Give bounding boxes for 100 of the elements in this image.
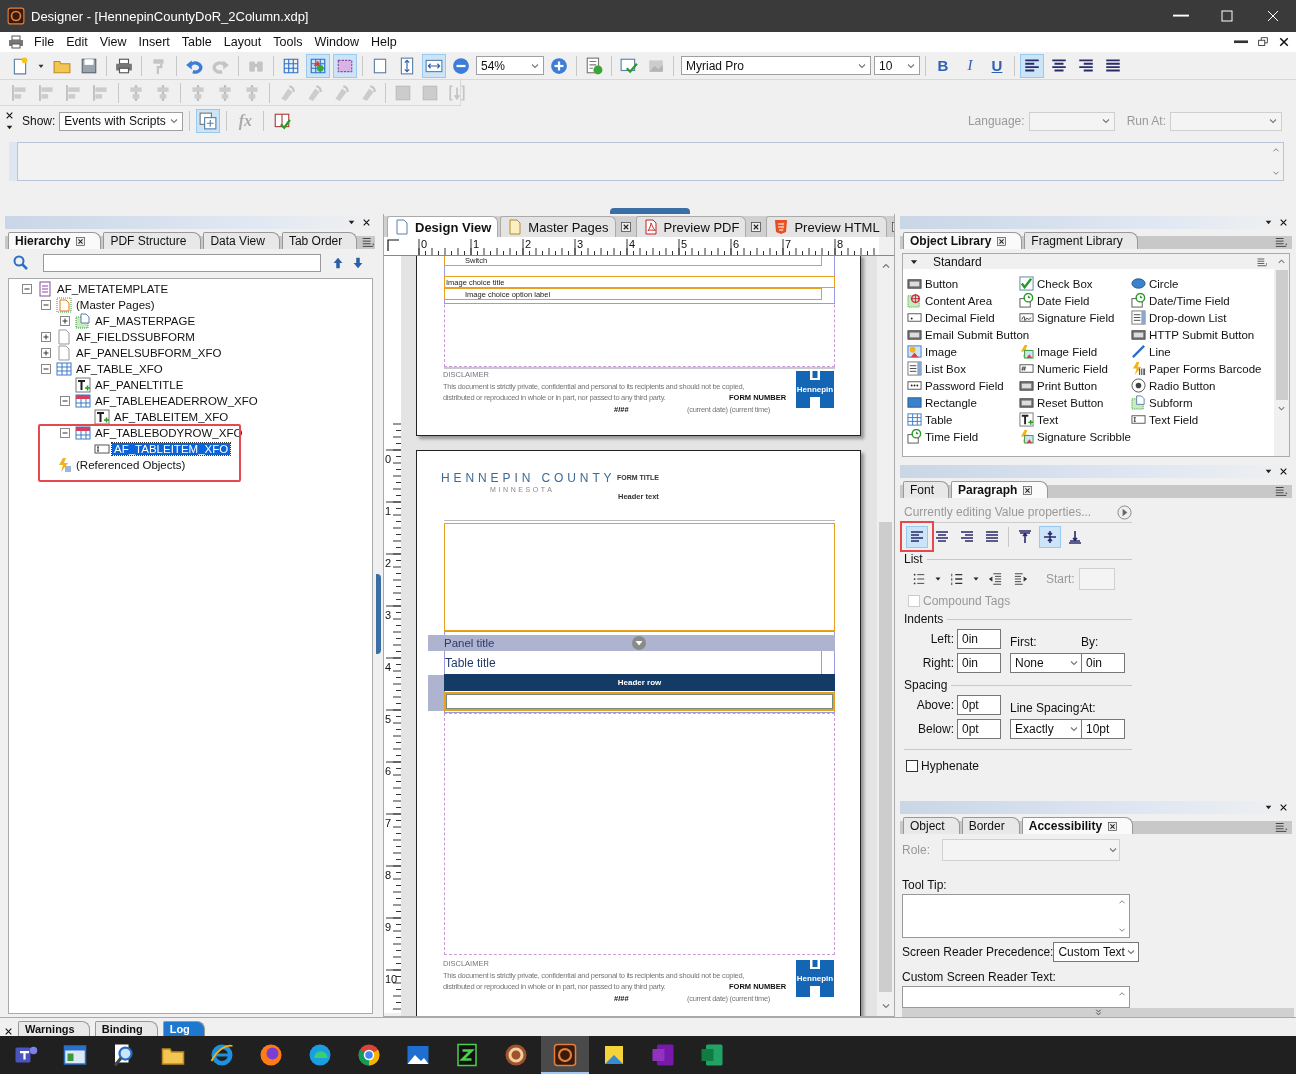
library-item[interactable]: Time Field <box>907 428 1019 445</box>
library-item[interactable]: Password Field <box>907 377 1019 394</box>
panel-tab[interactable]: Tab Order <box>281 232 358 249</box>
library-item[interactable]: Date/Time Field <box>1131 292 1274 309</box>
library-item[interactable]: Signature Scribble <box>1019 428 1131 445</box>
library-item[interactable]: Content Area <box>907 292 1019 309</box>
ruler-number: 5 <box>681 238 688 250</box>
ruler-number: 7 <box>785 238 792 250</box>
tree-item[interactable]: AF_TABLEITEM_XFO <box>112 411 231 423</box>
tree-item[interactable]: AF_TABLE_XFO <box>74 363 165 375</box>
library-item[interactable]: Reset Button <box>1019 394 1131 411</box>
library-item[interactable]: Button <box>907 275 1019 292</box>
line-spacing-dropdown[interactable]: Exactly <box>1010 719 1084 740</box>
library-item[interactable]: Drop-down List <box>1131 309 1274 326</box>
library-item[interactable]: Numeric Field <box>1019 360 1131 377</box>
library-item[interactable]: Subform <box>1131 394 1274 411</box>
library-item[interactable]: List Box <box>907 360 1019 377</box>
library-item[interactable]: Print Button <box>1019 377 1131 394</box>
panel-tab[interactable]: Fragment Library <box>1024 232 1138 249</box>
tree-item[interactable]: (Master Pages) <box>74 299 157 311</box>
bold-button[interactable]: B <box>931 53 955 78</box>
panel-tab[interactable]: Binding <box>94 1021 158 1036</box>
library-item[interactable]: Paper Forms Barcode <box>1131 360 1274 377</box>
ruler-number: 2 <box>385 557 392 569</box>
menu-item[interactable]: Insert <box>132 35 176 49</box>
menu-item[interactable]: Edit <box>60 35 94 49</box>
library-item[interactable]: Line <box>1131 343 1274 360</box>
dropdown[interactable]: 10 <box>874 56 920 75</box>
left-indent-field[interactable]: 0in <box>957 629 1001 650</box>
document-tab[interactable]: Master Pages <box>500 216 616 237</box>
space-above-field[interactable]: 0pt <box>957 695 1001 716</box>
tree-item[interactable]: AF_FIELDSSUBFORM <box>74 331 197 343</box>
precedence-dropdown[interactable]: Custom Text <box>1053 942 1140 962</box>
checkbox-label: Compound Tags <box>923 594 1011 609</box>
menu-item[interactable]: Layout <box>217 35 268 49</box>
tree-item[interactable]: AF_METATEMPLATE <box>55 283 171 295</box>
category-title: Standard <box>933 254 982 269</box>
tree-item[interactable]: AF_PANELTITLE <box>93 379 186 391</box>
tree-item[interactable]: AF_MASTERPAGE <box>93 315 198 327</box>
library-item[interactable]: Date Field <box>1019 292 1131 309</box>
library-item[interactable]: Signature Field <box>1019 309 1131 326</box>
document-tab[interactable]: Preview HTML <box>766 216 887 237</box>
menu-item[interactable]: Tools <box>267 35 309 49</box>
panel-tab[interactable]: Log <box>162 1021 205 1036</box>
dropdown[interactable]: Myriad Pro <box>681 56 871 75</box>
menu-item[interactable]: Help <box>364 35 403 49</box>
panel-tab[interactable]: Paragraph <box>951 481 1049 499</box>
tree-item[interactable]: (Referenced Objects) <box>74 459 188 471</box>
ruler-number: 2 <box>525 238 532 250</box>
document-tab[interactable]: Preview PDF <box>635 216 747 237</box>
panel-tab[interactable]: Hierarchy <box>8 232 102 249</box>
underline-button[interactable]: U <box>985 53 1009 78</box>
library-item[interactable]: Table <box>907 411 1019 428</box>
panel-tab[interactable]: Object Library <box>903 232 1023 249</box>
library-item[interactable]: Check Box <box>1019 275 1131 292</box>
menu-item[interactable]: File <box>28 35 61 49</box>
menu-item[interactable]: Window <box>308 35 365 49</box>
role-label: Role: <box>902 843 930 857</box>
library-item[interactable]: Email Submit Button <box>907 326 1131 343</box>
ruler-number: 1 <box>385 505 392 517</box>
document-tab[interactable]: Design View <box>387 216 499 237</box>
library-item[interactable]: Circle <box>1131 275 1274 292</box>
indent-by-field[interactable]: 0in <box>1081 653 1125 674</box>
library-item[interactable]: Image <box>907 343 1019 360</box>
organization-name: HENNEPIN COUNTY <box>441 471 616 485</box>
space-below-field[interactable]: 0pt <box>957 719 1001 740</box>
start-label: Start: <box>1046 572 1075 587</box>
menu-item[interactable]: View <box>93 35 133 49</box>
panel-tab[interactable]: PDF Structure <box>103 232 202 249</box>
library-item[interactable]: Rectangle <box>907 394 1019 411</box>
italic-button[interactable]: I <box>958 53 982 78</box>
tree-item[interactable]: AF_PANELSUBFORM_XFO <box>74 347 224 359</box>
category-header[interactable]: Standard <box>903 254 1274 269</box>
table-header-row: Header row <box>444 674 835 691</box>
custom-text-label: Custom Screen Reader Text: <box>902 970 1057 984</box>
panel-tab[interactable]: Object <box>903 817 960 834</box>
field-label: At: <box>1081 701 1097 716</box>
line-spacing-field[interactable]: 10pt <box>1081 719 1125 740</box>
library-item[interactable]: HTTP Submit Button <box>1131 326 1274 343</box>
precedence-label: Screen Reader Precedence: <box>902 945 1054 959</box>
panel-title-bar[interactable]: Panel title <box>428 635 835 651</box>
panel-tab[interactable]: Data View <box>203 232 280 249</box>
library-item[interactable]: Text Field <box>1131 411 1274 428</box>
tree-item[interactable]: AF_TABLEITEM_XFO <box>112 443 231 455</box>
field-label: Left: <box>929 632 954 647</box>
panel-tab[interactable]: Font <box>903 481 949 499</box>
right-indent-field[interactable]: 0in <box>957 653 1001 674</box>
library-item[interactable]: Text <box>1019 411 1131 428</box>
show-label: Show: <box>22 114 56 128</box>
library-item[interactable]: Decimal Field <box>907 309 1019 326</box>
menu-item[interactable]: Table <box>175 35 218 49</box>
library-item[interactable]: Image Field <box>1019 343 1131 360</box>
library-item[interactable]: Radio Button <box>1131 377 1274 394</box>
panel-tab[interactable]: Warnings <box>18 1021 90 1036</box>
first-line-dropdown[interactable]: None <box>1010 653 1084 674</box>
ruler-number: 8 <box>385 869 392 881</box>
dropdown[interactable]: 54% <box>476 56 544 75</box>
panel-tab[interactable]: Accessibility <box>1021 817 1134 834</box>
tree-item[interactable]: AF_TABLEHEADERROW_XFO <box>93 395 260 407</box>
panel-tab[interactable]: Border <box>961 817 1020 834</box>
